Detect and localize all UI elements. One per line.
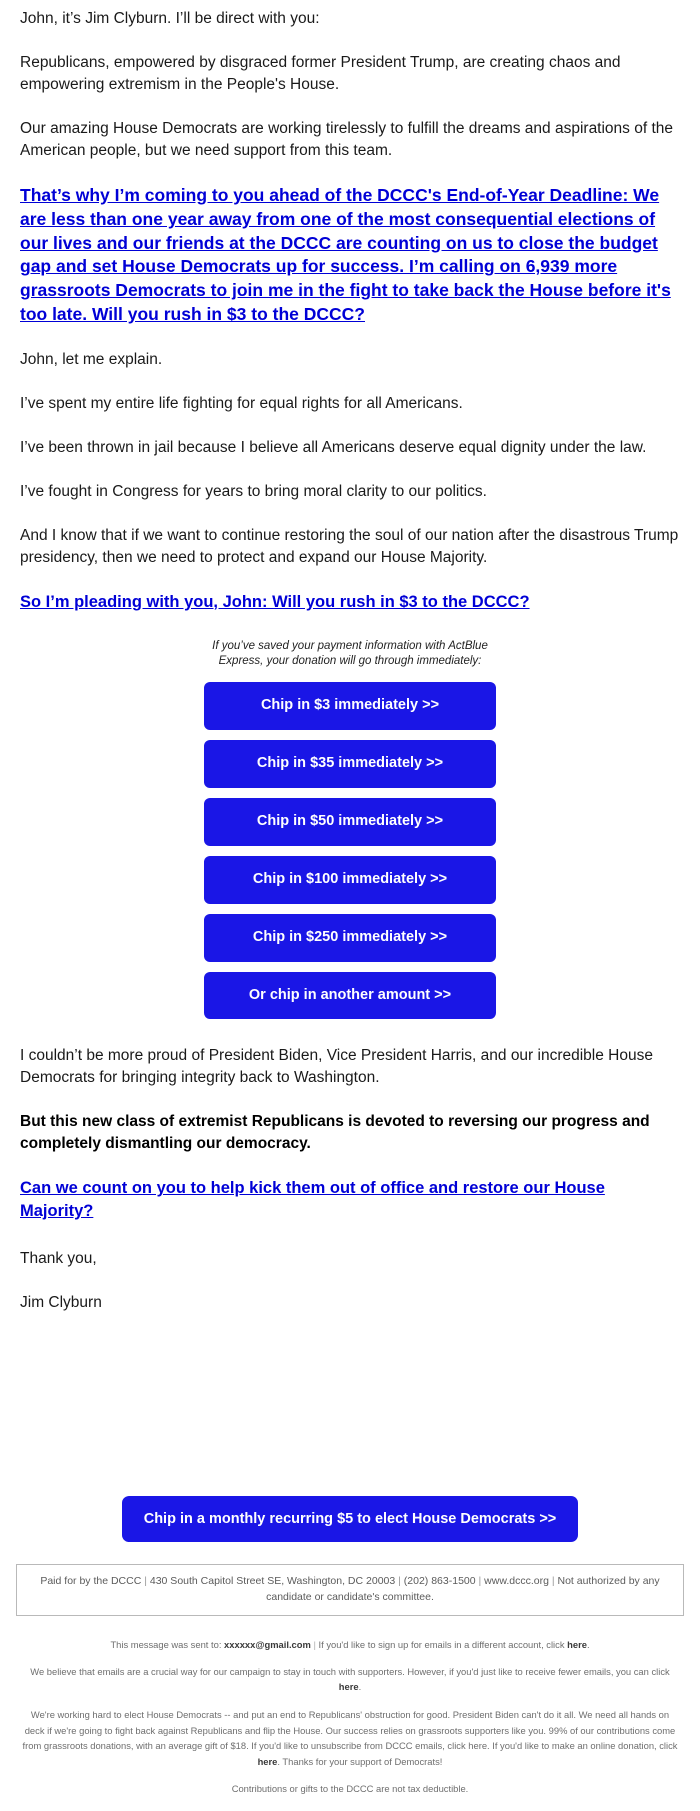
paragraph-proud-of-biden: I couldn’t be more proud of President Bi…	[20, 1047, 653, 1087]
pleading-link[interactable]: So I’m pleading with you, John: Will you…	[20, 593, 530, 611]
signature-name: Jim Clyburn	[20, 1294, 102, 1312]
mission-block-text: We're working hard to elect House Democr…	[20, 1707, 680, 1769]
email-body: John, it’s Jim Clyburn. I’ll be direct w…	[0, 8, 700, 1811]
donation-here-link[interactable]: here	[258, 1756, 278, 1767]
sent-to-line: This message was sent to: xxxxxx@gmail.c…	[110, 1638, 590, 1650]
tax-deductible-note: Contributions or gifts to the DCCC are n…	[231, 1783, 469, 1795]
signup-here-link[interactable]: here	[567, 1639, 587, 1650]
paragraph-equal-rights: I’ve spent my entire life fighting for e…	[20, 394, 463, 412]
fewer-emails-here-link[interactable]: here	[339, 1681, 359, 1692]
paragraph-greeting: John, it’s Jim Clyburn. I’ll be direct w…	[20, 10, 320, 27]
donate-button-3[interactable]: Chip in $3 immediately >>	[204, 681, 496, 730]
donate-button-other[interactable]: Or chip in another amount >>	[204, 971, 496, 1020]
closing-link-block: Can we count on you to help kick them ou…	[20, 1177, 680, 1222]
main-appeal-link[interactable]: That’s why I’m coming to you ahead of th…	[20, 185, 671, 324]
donate-button-100[interactable]: Chip in $100 immediately >>	[204, 855, 496, 904]
monthly-recurring-button[interactable]: Chip in a monthly recurring $5 to elect …	[121, 1496, 579, 1543]
monthly-recurring-block: Chip in a monthly recurring $5 to elect …	[0, 1496, 700, 1543]
paragraph-congress: I’ve fought in Congress for years to bri…	[20, 482, 487, 500]
actblue-express-note: If you’ve saved your payment information…	[212, 640, 488, 668]
paragraph-let-me-explain: John, let me explain.	[20, 350, 163, 368]
disclaimer-paid-for: Paid for by the DCCC	[40, 1575, 142, 1588]
mission-text-end: . Thanks for your support of Democrats!	[277, 1755, 443, 1767]
disclaimer-address: 430 South Capitol Street SE, Washington,…	[149, 1575, 396, 1588]
bottom-spacer	[0, 1336, 700, 1396]
disclaimer-phone: (202) 863-1500	[403, 1575, 476, 1588]
disclaimer-website: www.dccc.org	[484, 1575, 549, 1588]
period-2: .	[358, 1680, 362, 1692]
footer-fine-print: This message was sent to: xxxxxx@gmail.c…	[0, 1638, 700, 1811]
closing-appeal-link[interactable]: Can we count on you to help kick them ou…	[20, 1179, 605, 1219]
paid-for-disclaimer: Paid for by the DCCC | 430 South Capitol…	[16, 1564, 684, 1616]
period-1: .	[586, 1638, 590, 1650]
donate-button-50[interactable]: Chip in $50 immediately >>	[204, 797, 496, 846]
fewer-emails-line: We believe that emails are a crucial way…	[20, 1665, 680, 1694]
paragraph-jail: I’ve been thrown in jail because I belie…	[20, 438, 647, 456]
sent-to-prefix: This message was sent to:	[110, 1638, 222, 1650]
paragraph-house-democrats: Our amazing House Democrats are working …	[20, 120, 674, 159]
email-content-area: John, it’s Jim Clyburn. I’ll be direct w…	[0, 8, 700, 1314]
pleading-link-block: So I’m pleading with you, John: Will you…	[20, 591, 680, 613]
donate-button-35[interactable]: Chip in $35 immediately >>	[204, 739, 496, 788]
signoff-text: Thank you,	[20, 1250, 97, 1268]
paragraph-republicans: Republicans, empowered by disgraced form…	[20, 54, 621, 93]
mission-text: We're working hard to elect House Democr…	[22, 1709, 678, 1752]
fewer-emails-text: We believe that emails are a crucial way…	[30, 1666, 670, 1678]
recipient-email: xxxxxx@gmail.com	[224, 1638, 311, 1650]
paragraph-soul-of-nation: And I know that if we want to continue r…	[20, 526, 679, 566]
paragraph-extremist-republicans: But this new class of extremist Republic…	[20, 1113, 650, 1153]
donate-button-250[interactable]: Chip in $250 immediately >>	[204, 913, 496, 962]
donation-block: If you’ve saved your payment information…	[204, 639, 496, 1020]
main-appeal-link-block: That’s why I’m coming to you ahead of th…	[20, 184, 680, 327]
sent-to-suffix: If you'd like to sign up for emails in a…	[318, 1638, 565, 1650]
